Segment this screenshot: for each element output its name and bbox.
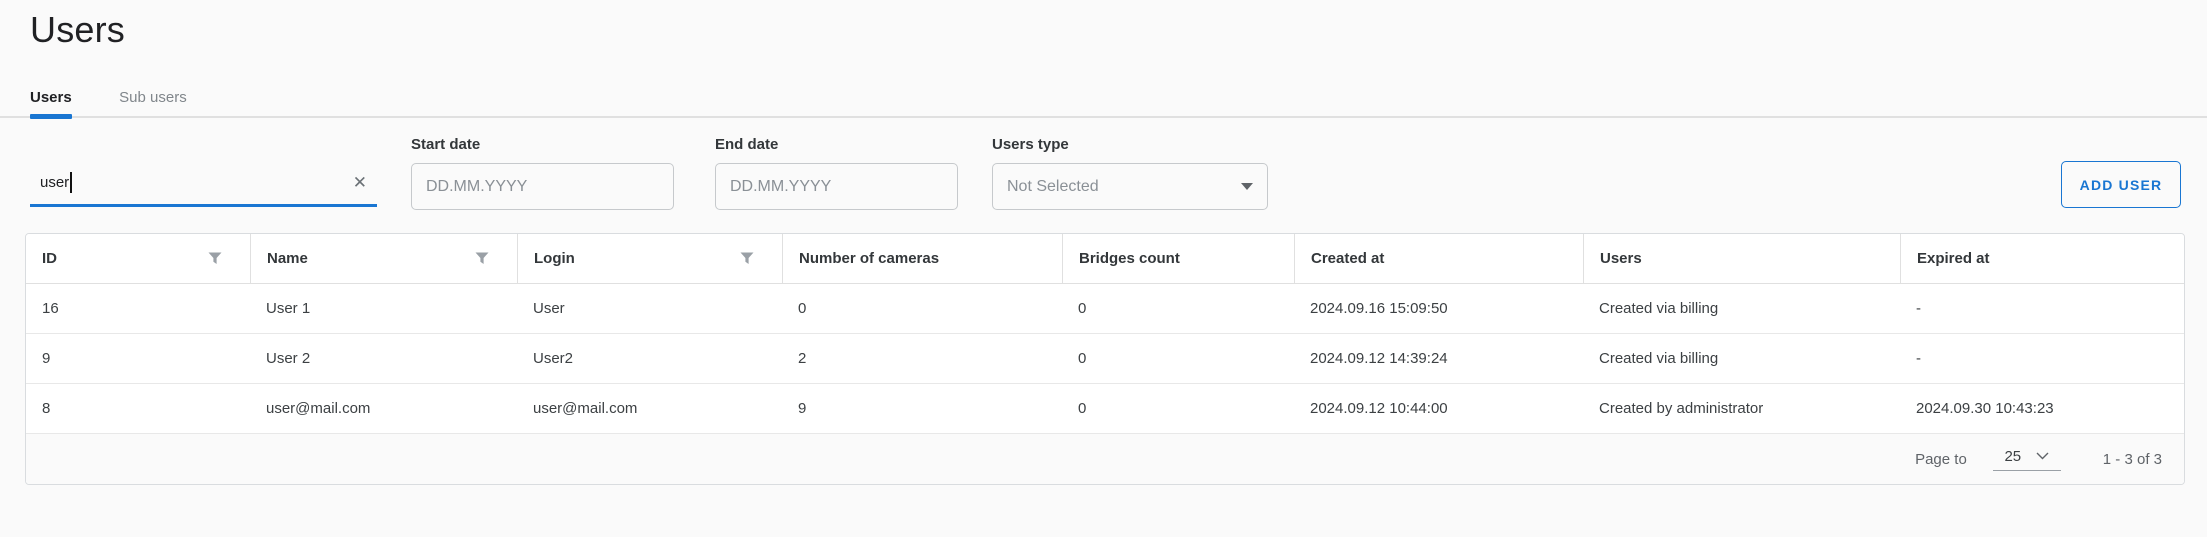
column-header-login: Login	[517, 234, 782, 284]
tabs-bar: Users Sub users	[0, 78, 2207, 118]
active-tab-indicator	[30, 114, 72, 119]
text-caret	[70, 172, 72, 193]
table-footer: Page to 25 1 - 3 of 3	[26, 434, 2184, 484]
column-header-users: Users	[1583, 234, 1900, 284]
cell-expired: -	[1900, 334, 2184, 384]
users-type-value: Not Selected	[1007, 178, 1099, 196]
page-title: Users	[30, 9, 125, 51]
dropdown-arrow-icon	[1241, 183, 1253, 190]
cell-cameras: 2	[782, 334, 1062, 384]
page-size-select[interactable]: 25	[1993, 448, 2061, 471]
cell-created: 2024.09.12 10:44:00	[1294, 384, 1583, 434]
column-header-label: ID	[42, 250, 57, 267]
start-date-input[interactable]	[411, 163, 674, 210]
cell-name: user@mail.com	[250, 384, 517, 434]
cell-bridges: 0	[1062, 334, 1294, 384]
cell-id: 9	[26, 334, 250, 384]
clear-search-icon[interactable]: ✕	[353, 174, 367, 191]
end-date-group: End date	[715, 136, 958, 210]
table-row[interactable]: 9 User 2 User2 2 0 2024.09.12 14:39:24 C…	[26, 334, 2184, 384]
column-header-bridges: Bridges count	[1062, 234, 1294, 284]
cell-id: 16	[26, 284, 250, 334]
filter-icon[interactable]	[475, 252, 489, 265]
cell-expired: -	[1900, 284, 2184, 334]
filters-bar: user ✕ Start date End date Users type No…	[0, 130, 2207, 230]
cell-bridges: 0	[1062, 284, 1294, 334]
users-table: ID Name Login Number of cameras Bridges …	[25, 233, 2185, 485]
cell-expired: 2024.09.30 10:43:23	[1900, 384, 2184, 434]
cell-users: Created via billing	[1583, 334, 1900, 384]
table-row[interactable]: 8 user@mail.com user@mail.com 9 0 2024.0…	[26, 384, 2184, 434]
cell-id: 8	[26, 384, 250, 434]
add-user-button[interactable]: ADD USER	[2061, 161, 2181, 208]
column-header-label: Login	[534, 250, 575, 267]
column-header-label: Name	[267, 250, 308, 267]
cell-cameras: 9	[782, 384, 1062, 434]
filter-icon[interactable]	[740, 252, 754, 265]
column-header-id: ID	[26, 234, 250, 284]
tab-sub-users[interactable]: Sub users	[119, 78, 187, 116]
column-header-expired: Expired at	[1900, 234, 2184, 284]
end-date-label: End date	[715, 136, 958, 153]
cell-login: User2	[517, 334, 782, 384]
page-to-label: Page to	[1915, 451, 1967, 468]
start-date-label: Start date	[411, 136, 674, 153]
tab-users-label: Users	[30, 89, 72, 106]
page-size-value: 25	[2004, 448, 2021, 465]
column-header-name: Name	[250, 234, 517, 284]
table-header-row: ID Name Login Number of cameras Bridges …	[26, 234, 2184, 284]
cell-created: 2024.09.12 14:39:24	[1294, 334, 1583, 384]
search-input-value: user	[40, 174, 69, 191]
column-header-cameras: Number of cameras	[782, 234, 1062, 284]
cell-users: Created via billing	[1583, 284, 1900, 334]
cell-bridges: 0	[1062, 384, 1294, 434]
tab-sub-users-label: Sub users	[119, 89, 187, 106]
chevron-down-icon	[2036, 452, 2049, 460]
cell-name: User 1	[250, 284, 517, 334]
cell-name: User 2	[250, 334, 517, 384]
start-date-group: Start date	[411, 136, 674, 210]
filter-icon[interactable]	[208, 252, 222, 265]
users-type-label: Users type	[992, 136, 1268, 153]
cell-login: User	[517, 284, 782, 334]
tab-users[interactable]: Users	[30, 78, 72, 116]
cell-login: user@mail.com	[517, 384, 782, 434]
users-type-group: Users type Not Selected	[992, 136, 1268, 210]
end-date-input[interactable]	[715, 163, 958, 210]
cell-cameras: 0	[782, 284, 1062, 334]
users-type-select[interactable]: Not Selected	[992, 163, 1268, 210]
pagination-range: 1 - 3 of 3	[2103, 451, 2162, 468]
cell-users: Created by administrator	[1583, 384, 1900, 434]
column-header-created: Created at	[1294, 234, 1583, 284]
cell-created: 2024.09.16 15:09:50	[1294, 284, 1583, 334]
search-input[interactable]: user ✕	[30, 161, 377, 207]
table-row[interactable]: 16 User 1 User 0 0 2024.09.16 15:09:50 C…	[26, 284, 2184, 334]
